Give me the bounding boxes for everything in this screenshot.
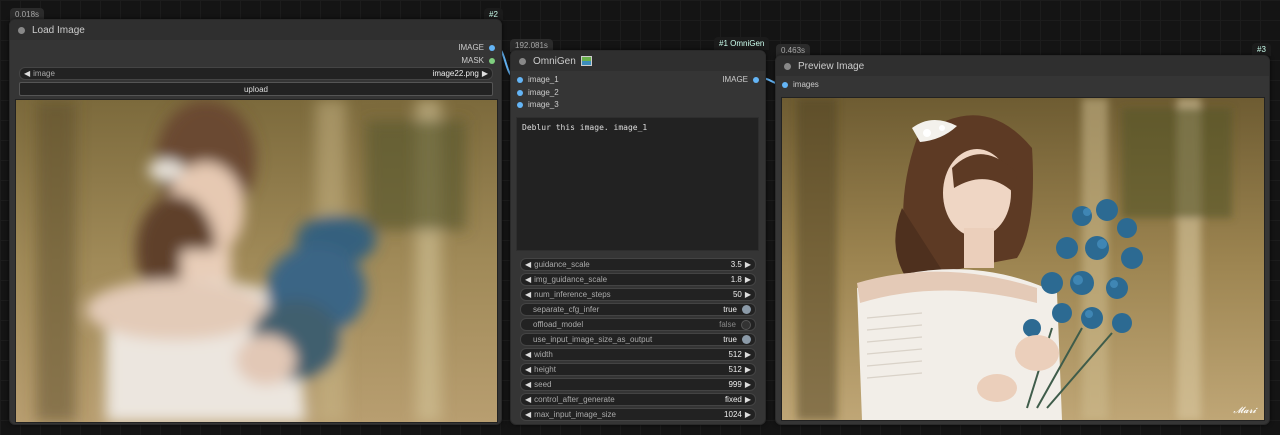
output-dot-icon[interactable] xyxy=(753,76,759,83)
arrow-right-icon[interactable]: ▶ xyxy=(745,290,751,299)
widget-value: true xyxy=(723,335,737,344)
output-label-mask: MASK xyxy=(461,56,484,65)
image-select-widget[interactable]: ◀ image image22.png ▶ xyxy=(19,67,493,80)
widget-width[interactable]: ◀ width 512 ▶ xyxy=(520,348,756,361)
widget-value: fixed xyxy=(724,395,742,404)
widget-height[interactable]: ◀ height 512 ▶ xyxy=(520,363,756,376)
omnigen-node[interactable]: OmniGen image_1 image_2 image_3 IMAGE De… xyxy=(510,50,766,425)
output-slot-mask[interactable]: MASK xyxy=(461,56,495,65)
toggle-knob-icon[interactable] xyxy=(742,335,751,344)
blurred-bride-image xyxy=(16,100,497,422)
widget-label: control_after_generate xyxy=(534,395,615,404)
input-label: images xyxy=(793,80,819,89)
arrow-right-icon[interactable]: ▶ xyxy=(745,365,751,374)
widget-value: image22.png xyxy=(432,69,479,78)
widget-offload-model[interactable]: offload_model false xyxy=(520,318,756,331)
output-slot-image[interactable]: IMAGE xyxy=(722,75,759,84)
widget-num-inference-steps[interactable]: ◀ num_inference_steps 50 ▶ xyxy=(520,288,756,301)
widget-label: image xyxy=(33,69,55,78)
widget-label: seed xyxy=(534,380,552,389)
widget-label: img_guidance_scale xyxy=(534,275,608,284)
output-dot-icon[interactable] xyxy=(489,44,495,51)
preview-header[interactable]: Preview Image xyxy=(776,56,1269,76)
widget-seed[interactable]: ◀ seed 999 ▶ xyxy=(520,378,756,391)
arrow-right-icon[interactable]: ▶ xyxy=(745,395,751,404)
input-label: image_2 xyxy=(528,88,559,97)
widget-value: 3.5 xyxy=(730,260,742,269)
widget-value: 1024 xyxy=(724,410,742,419)
input-label: image_1 xyxy=(528,75,559,84)
arrow-right-icon[interactable]: ▶ xyxy=(482,69,488,78)
toggle-knob-icon[interactable] xyxy=(741,319,751,330)
widget-value: false xyxy=(719,320,736,329)
upload-button[interactable]: upload xyxy=(19,82,493,96)
widget-label: use_input_image_size_as_output xyxy=(533,335,653,344)
widget-label: guidance_scale xyxy=(534,260,590,269)
preview-title: Preview Image xyxy=(798,60,865,72)
preview-image-node[interactable]: Preview Image images 𝓜𝓪𝓻𝓲 xyxy=(775,55,1270,425)
collapse-dot-icon[interactable] xyxy=(18,26,25,34)
widget-value: 1.8 xyxy=(730,275,742,284)
input-slot-image-2[interactable]: image_2 xyxy=(517,88,559,97)
input-dot-icon[interactable] xyxy=(517,101,523,108)
sharp-bride-image xyxy=(782,98,1264,420)
widget-value: true xyxy=(723,305,737,314)
widget-label: width xyxy=(534,350,553,359)
toggle-knob-icon[interactable] xyxy=(742,305,751,314)
arrow-right-icon[interactable]: ▶ xyxy=(745,350,751,359)
widget-guidance-scale[interactable]: ◀ guidance_scale 3.5 ▶ xyxy=(520,258,756,271)
widget-label: height xyxy=(534,365,556,374)
widget-label: offload_model xyxy=(533,320,584,329)
image-emoji-icon xyxy=(580,56,592,66)
output-label-image: IMAGE xyxy=(458,43,484,52)
input-slot-image-3[interactable]: image_3 xyxy=(517,100,559,109)
input-slot-images[interactable]: images xyxy=(782,80,819,89)
widget-value: 512 xyxy=(728,350,742,359)
input-slot-image-1[interactable]: image_1 xyxy=(517,75,559,84)
arrow-right-icon[interactable]: ▶ xyxy=(745,410,751,419)
omnigen-header[interactable]: OmniGen xyxy=(511,51,765,71)
input-label: image_3 xyxy=(528,100,559,109)
load-image-node[interactable]: Load Image IMAGE MASK ◀ image image22.pn… xyxy=(9,19,502,425)
output-dot-icon[interactable] xyxy=(489,57,495,64)
collapse-dot-icon[interactable] xyxy=(519,57,526,65)
input-dot-icon[interactable] xyxy=(517,89,523,96)
omnigen-title: OmniGen xyxy=(533,55,576,67)
widget-use-input-image-size-as-output[interactable]: use_input_image_size_as_output true xyxy=(520,333,756,346)
omnigen-id-badge: #1 OmniGen xyxy=(714,37,770,50)
load-node-title: Load Image xyxy=(32,24,85,36)
arrow-right-icon[interactable]: ▶ xyxy=(745,380,751,389)
input-photo-blurred xyxy=(15,99,498,423)
signature-watermark: 𝓜𝓪𝓻𝓲 xyxy=(1233,406,1256,416)
collapse-dot-icon[interactable] xyxy=(784,62,791,70)
widget-value: 999 xyxy=(728,380,742,389)
load-node-header[interactable]: Load Image xyxy=(10,20,501,40)
widget-value: 50 xyxy=(732,290,742,299)
widget-control-after-generate[interactable]: ◀ control_after_generate fixed ▶ xyxy=(520,393,756,406)
widget-separate-cfg-infer[interactable]: separate_cfg_infer true xyxy=(520,303,756,316)
input-dot-icon[interactable] xyxy=(517,76,523,83)
output-label: IMAGE xyxy=(722,75,748,84)
widget-label: num_inference_steps xyxy=(534,290,611,299)
output-slot-image[interactable]: IMAGE xyxy=(458,43,495,52)
widget-max-input-image-size[interactable]: ◀ max_input_image_size 1024 ▶ xyxy=(520,408,756,421)
widget-label: separate_cfg_infer xyxy=(533,305,600,314)
prompt-textarea[interactable]: Deblur this image. image_1 xyxy=(516,117,759,251)
arrow-right-icon[interactable]: ▶ xyxy=(745,275,751,284)
output-photo-sharp: 𝓜𝓪𝓻𝓲 xyxy=(781,97,1265,421)
widget-value: 512 xyxy=(728,365,742,374)
widget-img-guidance-scale[interactable]: ◀ img_guidance_scale 1.8 ▶ xyxy=(520,273,756,286)
widget-label: max_input_image_size xyxy=(534,410,616,419)
input-dot-icon[interactable] xyxy=(782,81,788,88)
arrow-right-icon[interactable]: ▶ xyxy=(745,260,751,269)
